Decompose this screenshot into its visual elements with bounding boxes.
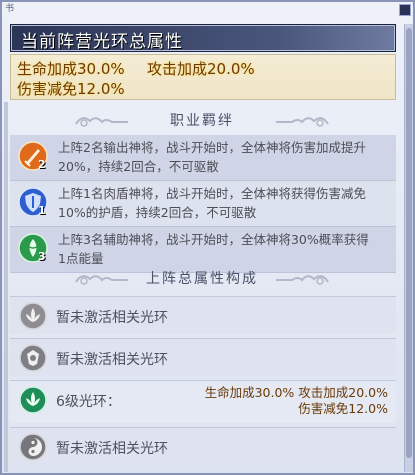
synergy-count-badge: 1 [38, 204, 46, 217]
cloud-ornament-right-icon [272, 270, 332, 288]
aura-status-text: 暂未激活相关光环 [56, 310, 168, 326]
synergy-count-badge: 3 [38, 250, 46, 263]
aura-status-text: 暂未激活相关光环 [56, 352, 168, 368]
scrollbar[interactable] [404, 24, 413, 472]
synergy-item-tank: 1 上阵1名肉盾神将，战斗开始时，全体神将获得伤害减免 10%的护盾，持续2回合… [10, 181, 396, 227]
aura-level-text: 6级光环： [56, 394, 121, 410]
synergy-line: 20%，持续2回合，不可驱散 [58, 159, 219, 174]
synergy-description: 上阵1名肉盾神将，战斗开始时，全体神将获得伤害减免 10%的护盾，持续2回合，不… [58, 184, 388, 222]
green-lotus-aura-icon [19, 386, 47, 414]
aura-section-heading: 上阵总属性构成 [10, 266, 394, 292]
aura-panel-window: 书 当前阵营光环总属性 生命加成30.0% 攻击加成20.0% 伤害减免12.0… [0, 0, 415, 475]
aura-stats-line: 伤害减免12.0% [298, 401, 388, 416]
scrollbar-thumb[interactable] [406, 28, 412, 458]
aura-stats: 生命加成30.0% 攻击加成20.0% 伤害减免12.0% [168, 385, 388, 417]
stat-damage-reduction: 伤害减免12.0% [17, 80, 125, 98]
aura-status-text: 暂未激活相关光环 [56, 441, 168, 457]
cloud-ornament-left-icon [72, 112, 132, 130]
cloud-ornament-right-icon [272, 112, 332, 130]
panel-title-bar: 当前阵营光环总属性 [10, 24, 396, 52]
synergy-section-heading: 职业羁绊 [10, 108, 394, 134]
synergy-item-damage: 2 上阵2名输出神将，战斗开始时，全体神将伤害加成提升 20%，持续2回合，不可… [10, 135, 396, 181]
lotus-aura-icon [19, 302, 47, 330]
aura-row-inactive: 暂未激活相关光环 [10, 296, 396, 334]
stat-hp-bonus: 生命加成30.0% [17, 60, 125, 78]
window-corner-mark: 书 [5, 4, 15, 14]
total-stats-box: 生命加成30.0% 攻击加成20.0% 伤害减免12.0% [10, 54, 396, 100]
synergy-heading-text: 职业羁绊 [170, 113, 234, 129]
synergy-description: 上阵2名输出神将，战斗开始时，全体神将伤害加成提升 20%，持续2回合，不可驱散 [58, 138, 388, 176]
aura-row-inactive: 暂未激活相关光环 [10, 427, 396, 465]
synergy-line: 上阵1名肉盾神将，战斗开始时，全体神将获得伤害减免 [58, 186, 366, 201]
stat-attack-bonus: 攻击加成20.0% [147, 60, 255, 78]
synergy-line: 上阵3名辅助神将，战斗开始时，全体神将30%概率获得 [58, 232, 369, 247]
synergy-line: 上阵2名输出神将，战斗开始时，全体神将伤害加成提升 [58, 140, 366, 155]
panel-title: 当前阵营光环总属性 [21, 32, 183, 52]
aura-heading-text: 上阵总属性构成 [146, 271, 258, 287]
yinyang-aura-icon [19, 433, 47, 461]
side-rail [4, 102, 8, 472]
aura-row-active: 6级光环： 生命加成30.0% 攻击加成20.0% 伤害减免12.0% [10, 380, 396, 423]
crest-aura-icon [19, 344, 47, 372]
aura-row-inactive: 暂未激活相关光环 [10, 338, 396, 376]
synergy-description: 上阵3名辅助神将，战斗开始时，全体神将30%概率获得 1点能量 [58, 230, 388, 268]
synergy-count-badge: 2 [38, 158, 46, 171]
aura-stats-line: 生命加成30.0% 攻击加成20.0% [204, 385, 388, 400]
close-icon[interactable] [399, 4, 411, 16]
synergy-line: 10%的护盾，持续2回合，不可驱散 [58, 205, 257, 220]
cloud-ornament-left-icon [72, 270, 132, 288]
